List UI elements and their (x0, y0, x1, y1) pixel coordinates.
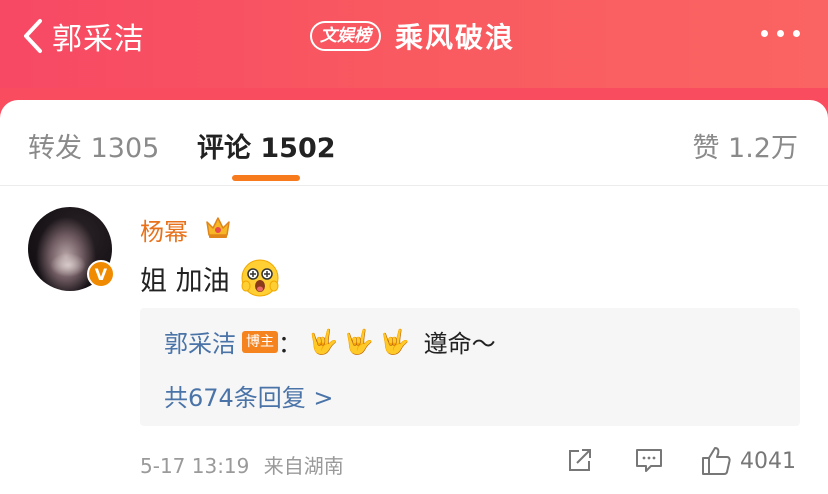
header-title-group: 文娱榜 乘风破浪 (310, 16, 515, 56)
emoji-excited-face-icon (241, 259, 279, 297)
reply-author[interactable]: 郭采洁 (164, 324, 236, 359)
active-tab-indicator (232, 175, 300, 181)
top-bar: 郭采洁 文娱榜 乘风破浪 (0, 0, 828, 88)
entertainment-list-badge[interactable]: 文娱榜 (310, 21, 381, 51)
back-chevron-icon (24, 19, 42, 53)
share-icon (569, 449, 591, 471)
rock-hand-emoji: 🤟 (379, 327, 410, 356)
page-title: 乘风破浪 (395, 21, 516, 54)
reply-text: 遵命～ (423, 330, 496, 358)
reply-line: 郭采洁 博主 ： 🤟 🤟 🤟 遵命～ (164, 324, 496, 359)
tab-comments[interactable]: 评论 1502 (197, 126, 336, 165)
rock-hand-emoji: 🤟 (343, 327, 374, 356)
host-badge: 博主 (242, 330, 278, 353)
back-label: 郭采洁 (52, 22, 145, 57)
comment-meta: 5-17 13:19 来自湖南 (140, 450, 344, 479)
comment-body: 姐 加油 (140, 265, 230, 297)
tab-forward[interactable]: 转发 1305 (28, 126, 159, 165)
reply-button[interactable] (634, 445, 664, 475)
share-button[interactable] (565, 445, 595, 475)
verified-badge: V (87, 260, 115, 288)
source: 来自湖南 (263, 454, 344, 478)
timestamp: 5-17 13:19 (140, 454, 250, 478)
thumbs-up-icon (702, 447, 731, 475)
view-all-replies-link[interactable]: 共674条回复 > (164, 378, 334, 413)
back-button[interactable]: 郭采洁 (22, 14, 145, 58)
reply-preview-box[interactable]: 郭采洁 博主 ： 🤟 🤟 🤟 遵命～ 共674条回复 > (140, 308, 800, 426)
tab-bar: 转发 1305 评论 1502 赞 1.2万 (0, 100, 828, 186)
comments-card: 转发 1305 评论 1502 赞 1.2万 杨幂 姐 加油 郭采洁 博主 ： … (0, 100, 828, 494)
like-button[interactable]: 4041 (700, 445, 796, 477)
more-dots-icon[interactable] (761, 30, 800, 37)
comment-username[interactable]: 杨幂 (140, 212, 188, 247)
reply-comment-icon (636, 449, 662, 472)
rock-hand-emoji: 🤟 (308, 327, 338, 356)
comment-text: 姐 加油 (140, 258, 280, 298)
reply-separator: ： (278, 330, 302, 358)
crown-icon (206, 217, 230, 238)
like-count: 4041 (740, 448, 796, 474)
tab-likes[interactable]: 赞 1.2万 (692, 126, 798, 165)
